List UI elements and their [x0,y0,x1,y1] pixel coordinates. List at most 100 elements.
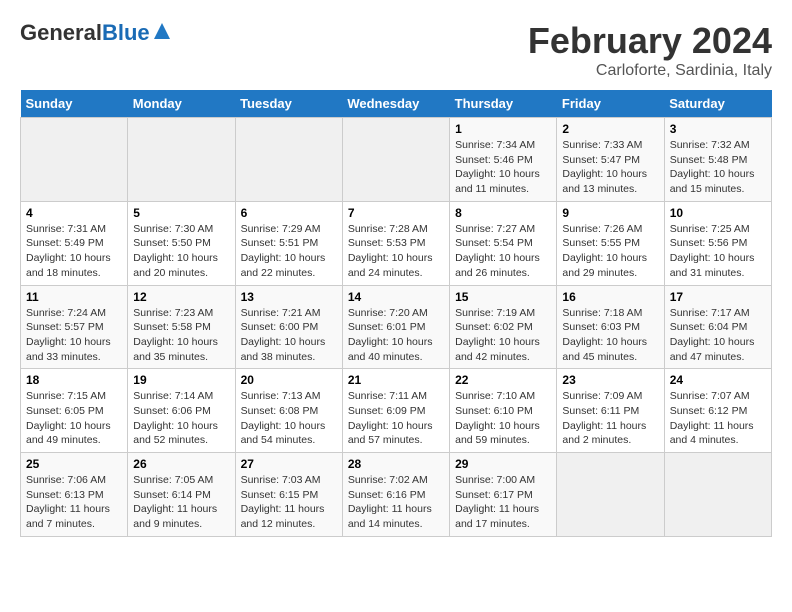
calendar-cell: 8 Sunrise: 7:27 AM Sunset: 5:54 PM Daylig… [450,201,557,285]
location-subtitle: Carloforte, Sardinia, Italy [528,62,772,80]
day-info: Sunrise: 7:25 AM Sunset: 5:56 PM Dayligh… [670,222,766,281]
day-number: 29 [455,457,551,471]
day-info: Sunrise: 7:05 AM Sunset: 6:14 PM Dayligh… [133,473,229,532]
day-info: Sunrise: 7:15 AM Sunset: 6:05 PM Dayligh… [26,389,122,448]
day-number: 28 [348,457,444,471]
calendar-cell: 28 Sunrise: 7:02 AM Sunset: 6:16 PM Dayli… [342,453,449,537]
calendar-cell: 20 Sunrise: 7:13 AM Sunset: 6:08 PM Dayli… [235,369,342,453]
calendar-cell [235,118,342,202]
calendar-cell: 16 Sunrise: 7:18 AM Sunset: 6:03 PM Dayli… [557,285,664,369]
month-title: February 2024 [528,20,772,62]
calendar-cell: 6 Sunrise: 7:29 AM Sunset: 5:51 PM Daylig… [235,201,342,285]
logo-blue-text: Blue [102,20,150,46]
calendar-cell: 19 Sunrise: 7:14 AM Sunset: 6:06 PM Dayli… [128,369,235,453]
calendar-week-row: 4 Sunrise: 7:31 AM Sunset: 5:49 PM Daylig… [21,201,772,285]
day-info: Sunrise: 7:06 AM Sunset: 6:13 PM Dayligh… [26,473,122,532]
day-number: 11 [26,290,122,304]
day-number: 13 [241,290,337,304]
day-info: Sunrise: 7:31 AM Sunset: 5:49 PM Dayligh… [26,222,122,281]
header-friday: Friday [557,90,664,118]
calendar-cell: 2 Sunrise: 7:33 AM Sunset: 5:47 PM Daylig… [557,118,664,202]
day-info: Sunrise: 7:29 AM Sunset: 5:51 PM Dayligh… [241,222,337,281]
calendar-cell: 23 Sunrise: 7:09 AM Sunset: 6:11 PM Dayli… [557,369,664,453]
day-info: Sunrise: 7:14 AM Sunset: 6:06 PM Dayligh… [133,389,229,448]
header-sunday: Sunday [21,90,128,118]
day-number: 26 [133,457,229,471]
day-info: Sunrise: 7:19 AM Sunset: 6:02 PM Dayligh… [455,306,551,365]
logo-general-text: General [20,20,102,46]
day-number: 21 [348,373,444,387]
calendar-cell [664,453,771,537]
calendar-cell: 17 Sunrise: 7:17 AM Sunset: 6:04 PM Dayli… [664,285,771,369]
day-info: Sunrise: 7:17 AM Sunset: 6:04 PM Dayligh… [670,306,766,365]
day-info: Sunrise: 7:07 AM Sunset: 6:12 PM Dayligh… [670,389,766,448]
calendar-cell [21,118,128,202]
calendar-cell: 21 Sunrise: 7:11 AM Sunset: 6:09 PM Dayli… [342,369,449,453]
header-saturday: Saturday [664,90,771,118]
day-number: 20 [241,373,337,387]
day-info: Sunrise: 7:30 AM Sunset: 5:50 PM Dayligh… [133,222,229,281]
day-number: 6 [241,206,337,220]
header-thursday: Thursday [450,90,557,118]
calendar-cell: 3Sunrise: 7:32 AM Sunset: 5:48 PM Daylig… [664,118,771,202]
page-header: GeneralBlue February 2024 Carloforte, Sa… [20,20,772,80]
day-info: Sunrise: 7:18 AM Sunset: 6:03 PM Dayligh… [562,306,658,365]
day-info: Sunrise: 7:10 AM Sunset: 6:10 PM Dayligh… [455,389,551,448]
calendar-cell: 25 Sunrise: 7:06 AM Sunset: 6:13 PM Dayli… [21,453,128,537]
day-number: 24 [670,373,766,387]
header-monday: Monday [128,90,235,118]
calendar-week-row: 11Sunrise: 7:24 AM Sunset: 5:57 PM Dayli… [21,285,772,369]
day-info: Sunrise: 7:21 AM Sunset: 6:00 PM Dayligh… [241,306,337,365]
day-info: Sunrise: 7:28 AM Sunset: 5:53 PM Dayligh… [348,222,444,281]
day-info: Sunrise: 7:13 AM Sunset: 6:08 PM Dayligh… [241,389,337,448]
calendar-cell [128,118,235,202]
day-number: 27 [241,457,337,471]
day-number: 25 [26,457,122,471]
calendar-cell: 26 Sunrise: 7:05 AM Sunset: 6:14 PM Dayli… [128,453,235,537]
calendar-cell [557,453,664,537]
day-number: 10 [670,206,766,220]
day-number: 4 [26,206,122,220]
header-tuesday: Tuesday [235,90,342,118]
day-number: 8 [455,206,551,220]
day-info: Sunrise: 7:11 AM Sunset: 6:09 PM Dayligh… [348,389,444,448]
calendar-cell: 4 Sunrise: 7:31 AM Sunset: 5:49 PM Daylig… [21,201,128,285]
day-number: 16 [562,290,658,304]
day-number: 23 [562,373,658,387]
calendar-cell: 10 Sunrise: 7:25 AM Sunset: 5:56 PM Dayli… [664,201,771,285]
day-info: Sunrise: 7:02 AM Sunset: 6:16 PM Dayligh… [348,473,444,532]
day-number: 1 [455,122,551,136]
day-info: Sunrise: 7:00 AM Sunset: 6:17 PM Dayligh… [455,473,551,532]
day-info: Sunrise: 7:26 AM Sunset: 5:55 PM Dayligh… [562,222,658,281]
day-number: 2 [562,122,658,136]
day-info: Sunrise: 7:03 AM Sunset: 6:15 PM Dayligh… [241,473,337,532]
day-number: 17 [670,290,766,304]
calendar-cell: 5Sunrise: 7:30 AM Sunset: 5:50 PM Daylig… [128,201,235,285]
day-info: Sunrise: 7:27 AM Sunset: 5:54 PM Dayligh… [455,222,551,281]
calendar-week-row: 25 Sunrise: 7:06 AM Sunset: 6:13 PM Dayli… [21,453,772,537]
calendar-cell: 22 Sunrise: 7:10 AM Sunset: 6:10 PM Dayli… [450,369,557,453]
day-number: 22 [455,373,551,387]
day-info: Sunrise: 7:20 AM Sunset: 6:01 PM Dayligh… [348,306,444,365]
calendar-cell [342,118,449,202]
day-number: 19 [133,373,229,387]
day-info: Sunrise: 7:34 AM Sunset: 5:46 PM Dayligh… [455,138,551,197]
day-number: 14 [348,290,444,304]
calendar-table: SundayMondayTuesdayWednesdayThursdayFrid… [20,90,772,537]
calendar-cell: 11Sunrise: 7:24 AM Sunset: 5:57 PM Dayli… [21,285,128,369]
title-block: February 2024 Carloforte, Sardinia, Ital… [528,20,772,80]
calendar-cell: 18 Sunrise: 7:15 AM Sunset: 6:05 PM Dayli… [21,369,128,453]
day-number: 3 [670,122,766,136]
calendar-cell: 24 Sunrise: 7:07 AM Sunset: 6:12 PM Dayli… [664,369,771,453]
logo: GeneralBlue [20,20,171,46]
calendar-cell: 27 Sunrise: 7:03 AM Sunset: 6:15 PM Dayli… [235,453,342,537]
calendar-cell: 15 Sunrise: 7:19 AM Sunset: 6:02 PM Dayli… [450,285,557,369]
day-number: 18 [26,373,122,387]
day-info: Sunrise: 7:23 AM Sunset: 5:58 PM Dayligh… [133,306,229,365]
calendar-header-row: SundayMondayTuesdayWednesdayThursdayFrid… [21,90,772,118]
day-info: Sunrise: 7:33 AM Sunset: 5:47 PM Dayligh… [562,138,658,197]
calendar-cell: 29 Sunrise: 7:00 AM Sunset: 6:17 PM Dayli… [450,453,557,537]
day-info: Sunrise: 7:09 AM Sunset: 6:11 PM Dayligh… [562,389,658,448]
day-number: 15 [455,290,551,304]
logo-icon [153,22,171,40]
